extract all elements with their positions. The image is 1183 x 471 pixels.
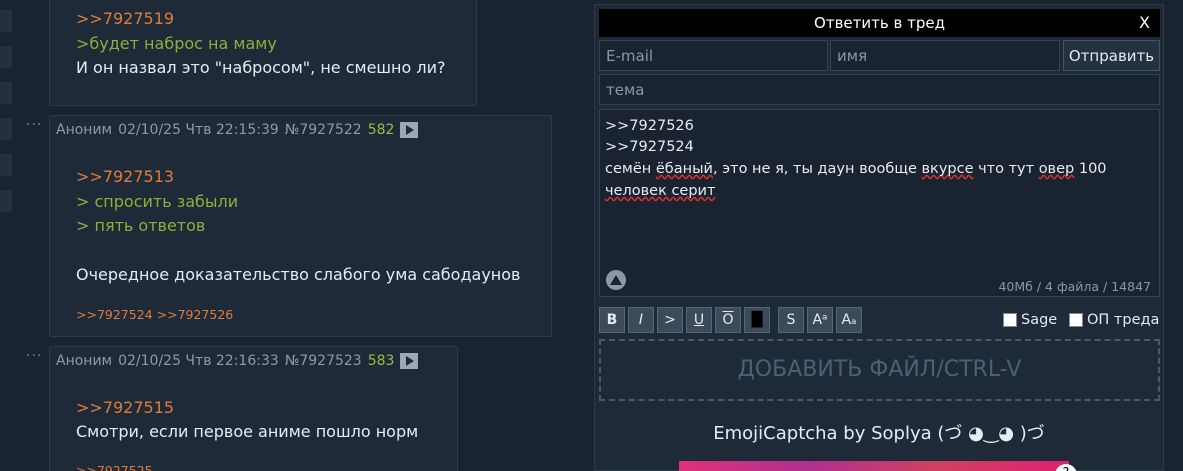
send-button[interactable]: Отправить xyxy=(1063,40,1160,71)
backref-link[interactable]: >>7927526 xyxy=(157,307,234,322)
post-index: 582 xyxy=(367,122,395,138)
op-checkbox[interactable]: ОП треда xyxy=(1069,312,1159,328)
post-header: Аноним 02/10/25 Чтв 22:15:39 №7927522 58… xyxy=(56,122,419,138)
post-number[interactable]: №7927522 xyxy=(285,122,362,138)
post-datetime: 02/10/25 Чтв 22:15:39 xyxy=(118,122,279,138)
upload-counter: 40Мб / 4 файла / 14847 xyxy=(998,279,1151,294)
italic-button[interactable]: I xyxy=(628,307,654,333)
message-line: человек серит xyxy=(605,183,716,199)
play-icon[interactable] xyxy=(400,122,419,138)
post-text: Очередное доказательство слабого ума саб… xyxy=(76,265,521,284)
message-line-text: семён ёбаный, это не я, ты даун вообще в… xyxy=(605,161,1107,177)
post-author: Аноним xyxy=(56,122,113,138)
post-7927521: >>7927519 >будет наброс на маму И он наз… xyxy=(49,0,477,106)
post-number[interactable]: №7927523 xyxy=(285,353,362,369)
sage-label: Sage xyxy=(1021,312,1058,328)
post-author: Аноним xyxy=(56,353,113,369)
post-quote: > спросить забыли xyxy=(76,192,239,211)
message-line: семён ёбаный, это не я, ты даун вообще в… xyxy=(605,161,1107,177)
post-7927523: Аноним 02/10/25 Чтв 22:16:33 №7927523 58… xyxy=(49,346,458,471)
message-line: >>7927524 xyxy=(605,139,694,155)
post-quote: > пять ответов xyxy=(76,216,206,235)
captcha-title: EmojiCaptcha by Soplya (づ ◕‿◕ )づ xyxy=(713,423,1045,444)
close-icon[interactable]: X xyxy=(1139,9,1150,37)
file-drop-zone[interactable]: ДОБАВИТЬ ФАЙЛ/CTRL-V xyxy=(599,339,1160,401)
sage-checkbox[interactable]: Sage xyxy=(1003,312,1057,328)
name-field[interactable]: имя xyxy=(830,40,1060,71)
left-scroll-strip xyxy=(0,0,14,471)
spoiler-button[interactable]: █ xyxy=(744,307,770,333)
post-ref-link[interactable]: >>7927513 xyxy=(76,167,174,186)
strike-button[interactable]: S xyxy=(778,307,804,333)
post-text: Смотри, если первое аниме пошло норм xyxy=(76,422,419,441)
quote-button[interactable]: > xyxy=(657,307,683,333)
reply-form-header[interactable]: Ответить в тред X xyxy=(599,9,1160,37)
op-label: ОП треда xyxy=(1087,312,1160,328)
overline-button[interactable]: O xyxy=(715,307,741,333)
markup-icon[interactable] xyxy=(606,270,626,290)
post-ref-link[interactable]: >>7927515 xyxy=(76,398,174,417)
post-quote: >будет наброс на маму xyxy=(76,34,277,53)
post-backrefs: >>7927524 >>7927526 xyxy=(76,307,237,322)
post-header: Аноним 02/10/25 Чтв 22:16:33 №7927523 58… xyxy=(56,353,419,369)
message-line: >>7927526 xyxy=(605,118,694,134)
post-menu-dots[interactable]: ··· xyxy=(26,348,42,364)
captcha-image[interactable] xyxy=(679,461,1069,471)
post-7927522: Аноним 02/10/25 Чтв 22:15:39 №7927522 58… xyxy=(49,115,552,337)
post-menu-dots[interactable]: ··· xyxy=(26,117,42,133)
post-ref-link[interactable]: >>7927519 xyxy=(76,9,174,28)
reply-form-title: Ответить в тред xyxy=(814,14,945,32)
op-checkbox-box[interactable] xyxy=(1069,313,1083,327)
subscript-button[interactable]: Aₐ xyxy=(836,307,862,333)
subject-field[interactable]: тема xyxy=(599,74,1160,105)
post-index: 583 xyxy=(367,353,395,369)
post-datetime: 02/10/25 Чтв 22:16:33 xyxy=(118,353,279,369)
underline-button[interactable]: U xyxy=(686,307,712,333)
bold-button[interactable]: B xyxy=(599,307,625,333)
message-textarea[interactable]: >>7927526 >>7927524 семён ёбаный, это не… xyxy=(599,109,1160,297)
backref-link[interactable]: >>7927525 xyxy=(76,463,153,471)
sage-checkbox-box[interactable] xyxy=(1003,313,1017,327)
backref-link[interactable]: >>7927524 xyxy=(76,307,153,322)
reply-form: Ответить в тред X E-mail имя Отправить т… xyxy=(594,4,1164,471)
email-field[interactable]: E-mail xyxy=(599,40,828,71)
play-icon[interactable] xyxy=(400,353,419,369)
post-text: И он назвал это "набросом", не смешно ли… xyxy=(76,58,446,77)
superscript-button[interactable]: Aᵃ xyxy=(807,307,833,333)
